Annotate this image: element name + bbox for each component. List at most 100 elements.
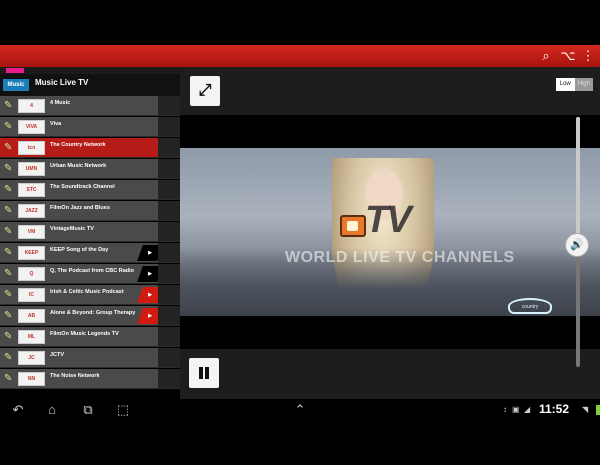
channel-logo: JAZZ — [18, 204, 45, 218]
video-area[interactable]: TV WORLD LIVE TV CHANNELS country — [180, 115, 600, 349]
channel-options[interactable]: ↗≡ — [158, 138, 180, 158]
channel-logo: AB — [18, 309, 45, 323]
channel-row[interactable]: ✎ JAZZ FilmOn Jazz and Blues ↗≡ — [0, 201, 180, 222]
channel-row-body[interactable]: ✎ Q Q, The Podcast from CBC Radio — [0, 264, 158, 284]
pause-button[interactable] — [189, 358, 219, 388]
fullscreen-button[interactable]: ⤢ — [190, 76, 220, 106]
channel-options[interactable]: ↗≡ — [158, 264, 180, 284]
channel-row[interactable]: ✎ ML FilmOn Music Legends TV ↗≡ — [0, 327, 180, 348]
category-logo: Music — [3, 79, 29, 91]
favorite-pencil-icon[interactable]: ✎ — [4, 331, 14, 343]
favorite-pencil-icon[interactable]: ✎ — [4, 121, 14, 133]
channel-name: Q, The Podcast from CBC Radio — [50, 268, 135, 274]
channel-logo: VIVA — [18, 120, 45, 134]
channel-row[interactable]: ✎ICIrish & Celtic Music Podcast▶↗≡ — [0, 285, 180, 306]
watermark-brand: TV — [365, 199, 412, 241]
favorite-pencil-icon[interactable]: ✎ — [4, 184, 14, 196]
channel-options[interactable]: ↗≡ — [158, 369, 180, 389]
channel-options[interactable]: ↗≡ — [158, 96, 180, 116]
channel-options[interactable]: ↗≡ — [158, 222, 180, 242]
channel-row-body[interactable]: ✎ JC JCTV — [0, 348, 158, 368]
favorite-pencil-icon[interactable]: ✎ — [4, 310, 14, 322]
chevron-up-icon[interactable]: ⌃ — [292, 402, 308, 418]
channel-name: Urban Music Network — [50, 163, 107, 169]
channel-row[interactable]: ✎ NN The Noise Network ↗≡ — [0, 369, 180, 390]
channel-row-body[interactable]: ✎ JAZZ FilmOn Jazz and Blues — [0, 201, 158, 221]
channel-options[interactable]: ↗≡ — [158, 348, 180, 368]
channel-row[interactable]: ✎ VM VintageMusic TV ↗≡ — [0, 222, 180, 243]
volume-fill — [576, 117, 580, 245]
favorite-pencil-icon[interactable]: ✎ — [4, 352, 14, 364]
favorite-pencil-icon[interactable]: ✎ — [4, 100, 14, 112]
channel-options[interactable]: ↗≡ — [158, 201, 180, 221]
channel-row-body[interactable]: ✎ KEEP KEEP Song of the Day — [0, 243, 158, 263]
channel-options[interactable]: ↗≡ — [158, 327, 180, 347]
channel-row-body[interactable]: ✎ tcn The Country Network — [0, 138, 158, 158]
favorite-pencil-icon[interactable]: ✎ — [4, 268, 14, 280]
volume-speaker-icon[interactable]: 🔊 — [565, 233, 589, 257]
channel-name: Viva — [50, 121, 62, 127]
home-icon[interactable]: ⌂ — [44, 402, 60, 418]
channel-row-body[interactable]: ✎ UMN Urban Music Network — [0, 159, 158, 179]
system-navigation-bar: ↶ ⌂ ⧉ ⬚ ⌃ ↕ ▣ ◢ 11:52 ◥ — [0, 399, 600, 421]
channel-options[interactable]: ↗≡ — [158, 285, 180, 305]
video-player: ⤢ Low High TV WORLD LIVE TV CHANNELS cou… — [180, 67, 600, 399]
channel-options[interactable]: ↗≡ — [158, 306, 180, 326]
channel-row[interactable]: ✎QQ, The Podcast from CBC Radio▶↗≡ — [0, 264, 180, 285]
app-action-bar: ⌕ ⌥ ⋮ — [0, 45, 600, 67]
channel-options[interactable]: ↗≡ — [158, 180, 180, 200]
screenshot-icon[interactable]: ⬚ — [115, 402, 131, 418]
image-notification-icon: ▣ — [512, 405, 520, 414]
quality-low-option[interactable]: Low — [556, 78, 575, 91]
channel-row[interactable]: ✎ UMN Urban Music Network ↗≡ — [0, 159, 180, 180]
channel-name: VintageMusic TV — [50, 226, 94, 232]
channel-row-body[interactable]: ✎ VM VintageMusic TV — [0, 222, 158, 242]
favorite-pencil-icon[interactable]: ✎ — [4, 142, 14, 154]
channel-row-body[interactable]: ✎ ML FilmOn Music Legends TV — [0, 327, 158, 347]
volume-slider[interactable]: 🔊 — [565, 117, 589, 367]
quality-high-option[interactable]: High — [574, 78, 593, 91]
channel-row-body[interactable]: ✎ 4 4 Music — [0, 96, 158, 116]
channel-name: FilmOn Jazz and Blues — [50, 205, 110, 211]
share-icon[interactable]: ⌥ — [560, 48, 576, 64]
channel-row-body[interactable]: ✎ VIVA Viva — [0, 117, 158, 137]
favorite-pencil-icon[interactable]: ✎ — [4, 247, 14, 259]
favorite-pencil-icon[interactable]: ✎ — [4, 163, 14, 175]
channel-row-body[interactable]: ✎ IC Irish & Celtic Music Podcast — [0, 285, 158, 305]
favorite-pencil-icon[interactable]: ✎ — [4, 373, 14, 385]
channel-logo: ML — [18, 330, 45, 344]
back-icon[interactable]: ↶ — [10, 402, 26, 418]
category-header[interactable]: Music Music Live TV — [0, 67, 180, 98]
channel-row[interactable]: ✎ 4 4 Music ↗≡ — [0, 96, 180, 117]
channel-logo: Q — [18, 267, 45, 281]
more-vert-icon[interactable]: ⋮ — [580, 48, 596, 64]
channel-logo: JC — [18, 351, 45, 365]
channel-row[interactable]: ✎ VIVA Viva ↗≡ — [0, 117, 180, 138]
channel-name: KEEP Song of the Day — [50, 247, 109, 253]
channel-name: The Noise Network — [50, 373, 100, 379]
channel-row[interactable]: ✎ABAlone & Beyond: Group Therapy▶↗≡ — [0, 306, 180, 327]
quality-toggle[interactable]: Low High — [556, 78, 593, 91]
favorite-pencil-icon[interactable]: ✎ — [4, 205, 14, 217]
video-frame[interactable]: TV WORLD LIVE TV CHANNELS country — [180, 148, 600, 316]
search-icon[interactable]: ⌕ — [538, 48, 554, 64]
battery-icon — [596, 405, 600, 415]
channel-logo: NN — [18, 372, 45, 386]
wifi-icon: ◢ — [524, 405, 531, 414]
favorite-pencil-icon[interactable]: ✎ — [4, 226, 14, 238]
channel-row-body[interactable]: ✎ STC The Soundtrack Channel — [0, 180, 158, 200]
channel-row[interactable]: ✎ JC JCTV ↗≡ — [0, 348, 180, 369]
favorite-pencil-icon[interactable]: ✎ — [4, 289, 14, 301]
channel-row[interactable]: ✎KEEPKEEP Song of the Day▶↗≡ — [0, 243, 180, 264]
channel-list[interactable]: ✎ 4 4 Music ↗≡ ✎ VIVA Viva ↗≡ ✎ tcn The Country Ne… — [0, 96, 180, 399]
channel-row[interactable]: ✎ STC The Soundtrack Channel ↗≡ — [0, 180, 180, 201]
previous-category-item[interactable] — [0, 67, 180, 74]
channel-logo: tcn — [18, 141, 45, 155]
channel-row-body[interactable]: ✎ AB Alone & Beyond: Group Therapy — [0, 306, 158, 326]
recent-apps-icon[interactable]: ⧉ — [80, 402, 96, 418]
channel-options[interactable]: ↗≡ — [158, 159, 180, 179]
channel-row[interactable]: ✎ tcn The Country Network ↗≡ — [0, 138, 180, 159]
channel-row-body[interactable]: ✎ NN The Noise Network — [0, 369, 158, 389]
channel-options[interactable]: ↗≡ — [158, 243, 180, 263]
channel-options[interactable]: ↗≡ — [158, 117, 180, 137]
